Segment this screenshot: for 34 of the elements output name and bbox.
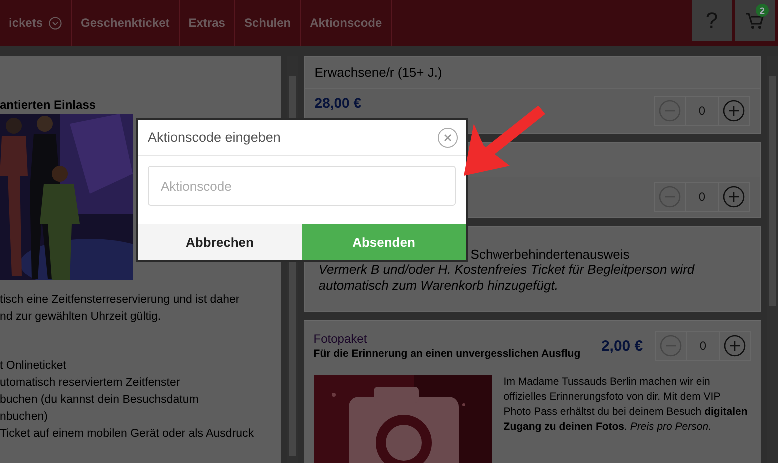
ticket-note: Vermerk B und/oder H. Kostenfreies Ticket für Begleitperson wird automatisch zum Warenkorb hinzugefügt. xyxy=(318,262,696,294)
feature-line: buchen (du kannst dein Besuchsdatum xyxy=(0,393,200,408)
plus-icon xyxy=(723,100,746,122)
close-icon xyxy=(444,134,452,142)
plus-icon xyxy=(723,186,746,208)
dialog-button[interactable]: Absenden xyxy=(302,224,466,260)
feature-line: nbuchen) xyxy=(0,410,49,425)
feature-line: t Onlineticket xyxy=(0,359,68,374)
cart-button[interactable]: 2 xyxy=(735,0,775,41)
help-button[interactable]: ? xyxy=(692,0,732,41)
section-heading: antierten Einlass xyxy=(0,98,98,114)
nav-link[interactable]: Extras xyxy=(180,0,236,46)
extra-description: Im Madame Tussauds Berlin machen wir ein offizielles Erinnerungsfoto von dir. Mit dem VIP Photo Pass erhältst du bei deinem Besuch digitalen Zugang zu deinen Fotos. Preis pro Person. xyxy=(504,375,748,435)
extra-title: Fotopaket xyxy=(314,332,368,346)
plus-icon xyxy=(724,335,746,357)
minus-icon xyxy=(660,335,682,357)
nav-link[interactable]: Geschenkticket xyxy=(72,0,180,46)
promo-code-input[interactable]: Aktionscode xyxy=(148,166,456,206)
ticket-title: Schwerbehindertenausweis xyxy=(470,247,631,262)
extra-subtitle: Für die Erinnerung an einen unvergesslichen Ausflug xyxy=(314,348,582,360)
close-button[interactable] xyxy=(438,128,458,148)
description-line: nd zur gewählten Uhrzeit gültig. xyxy=(0,310,162,325)
nav-link[interactable]: Schulen xyxy=(235,0,302,46)
nav-link[interactable]: Aktionscode xyxy=(301,0,392,46)
dialog-button[interactable]: Abbrechen xyxy=(138,224,302,260)
description-line: tisch eine Zeitfensterreservierung und ist daher xyxy=(0,293,241,308)
feature-line: utomatisch reserviertem Zeitfenster xyxy=(0,376,182,391)
extra-price: 2,00 € xyxy=(601,338,644,354)
dialog-title: Aktionscode eingeben xyxy=(148,130,281,145)
chevron-down-icon xyxy=(49,16,62,30)
feature-line: Ticket auf einem mobilen Gerät oder als Ausdruck xyxy=(0,427,255,442)
nav-link[interactable]: ickets xyxy=(0,0,72,46)
ticket-price: 28,00 € xyxy=(314,95,362,111)
cart-count-badge: 2 xyxy=(756,4,769,17)
